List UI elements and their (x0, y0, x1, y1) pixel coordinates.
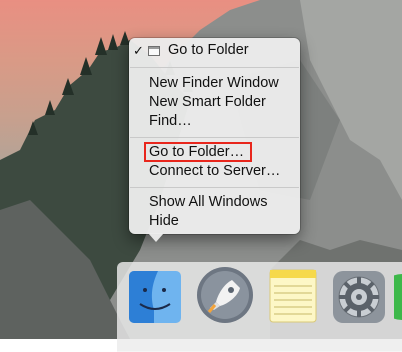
menu-item-connect-to-server[interactable]: Connect to Server… (129, 162, 300, 181)
menu-item-label: Find… (149, 113, 192, 129)
menu-item-hide[interactable]: Hide (129, 212, 300, 231)
dock-app-notes[interactable] (268, 268, 318, 329)
window-icon (148, 46, 160, 56)
menu-separator (130, 67, 299, 68)
dock-app-system-preferences[interactable] (332, 270, 386, 329)
highlight-box (144, 142, 252, 162)
menu-separator (130, 137, 299, 138)
menu-separator (130, 187, 299, 188)
menu-item-label: Hide (149, 213, 179, 229)
menu-item-label: New Smart Folder (149, 94, 266, 110)
menu-item-find[interactable]: Find… (129, 112, 300, 131)
notes-icon (269, 269, 317, 323)
menu-pointer-arrow (148, 233, 164, 242)
dock-app-partial[interactable] (379, 274, 402, 325)
menu-item-label: Show All Windows (149, 194, 268, 210)
menu-item-label: Connect to Server… (149, 163, 281, 179)
dock-app-finder[interactable] (128, 270, 182, 329)
menu-item-new-finder-window[interactable]: New Finder Window (129, 74, 300, 93)
checkmark-icon: ✓ (133, 43, 144, 58)
menu-item-new-smart-folder[interactable]: New Smart Folder (129, 93, 300, 112)
menu-item-show-all-windows[interactable]: Show All Windows (129, 193, 300, 212)
finder-icon (129, 271, 181, 323)
green-app-icon (379, 274, 402, 320)
system-preferences-gear-icon (333, 271, 385, 323)
dock-app-launchpad[interactable] (196, 266, 254, 329)
menu-item-label: New Finder Window (149, 75, 279, 91)
dock-context-menu: ✓ Go to Folder New Finder Window New Sma… (129, 38, 300, 234)
menu-item-window-go-to-folder[interactable]: ✓ Go to Folder (129, 41, 300, 60)
launchpad-rocket-icon (197, 267, 253, 323)
menu-item-label: Go to Folder (168, 42, 249, 58)
